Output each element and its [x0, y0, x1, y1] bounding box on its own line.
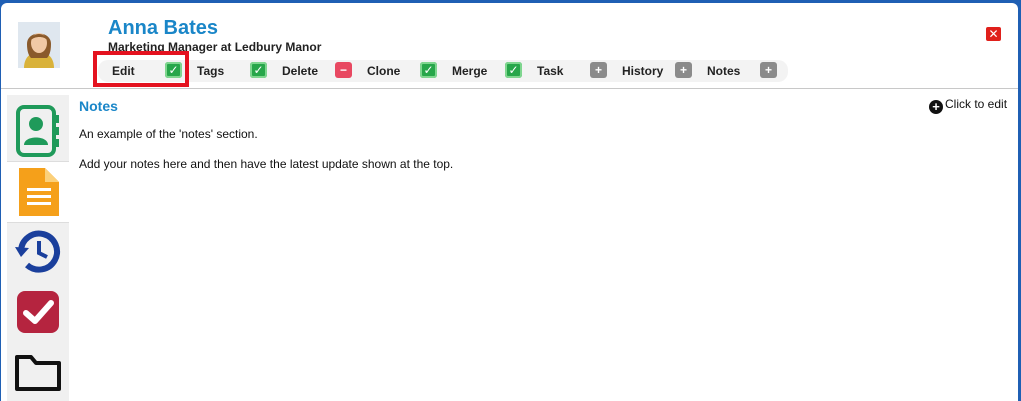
avatar	[18, 22, 60, 68]
action-toolbar: Edit ✓ Tags ✓ Delete − Clone ✓ Merge ✓ T…	[98, 60, 788, 82]
sidebar-item-tasks[interactable]	[7, 283, 69, 343]
sidebar	[7, 95, 69, 401]
add-circle-icon: +	[929, 100, 943, 114]
contact-name: Anna Bates	[108, 17, 219, 39]
section-title: Notes	[79, 98, 118, 114]
check-icon: ✓	[505, 62, 522, 78]
document-icon	[19, 168, 59, 216]
sidebar-item-notes[interactable]	[7, 161, 69, 223]
click-to-edit-link[interactable]: + Click to edit	[929, 97, 1007, 114]
edit-label: Edit	[112, 64, 135, 78]
check-icon: ✓	[165, 62, 182, 78]
merge-label: Merge	[452, 64, 488, 78]
note-text-line: Add your notes here and then have the la…	[79, 157, 454, 171]
plus-icon: +	[760, 62, 777, 78]
notes-label: Notes	[707, 64, 741, 78]
plus-icon: +	[590, 62, 607, 78]
task-label: Task	[537, 64, 564, 78]
checkmark-task-icon	[17, 291, 59, 333]
contact-card-icon	[16, 105, 59, 157]
contact-window: Anna Bates Marketing Manager at Ledbury …	[1, 3, 1018, 401]
check-icon: ✓	[250, 62, 267, 78]
history-label: History	[622, 64, 664, 78]
tags-label: Tags	[197, 64, 225, 78]
click-to-edit-label: Click to edit	[945, 97, 1008, 111]
note-text-line: An example of the 'notes' section.	[79, 127, 258, 141]
close-icon[interactable]: ✕	[986, 27, 1001, 41]
contact-subtitle: Marketing Manager at Ledbury Manor	[108, 40, 322, 54]
sidebar-item-history[interactable]	[7, 223, 69, 283]
sidebar-item-files[interactable]	[7, 343, 69, 401]
folder-icon	[15, 355, 61, 391]
delete-label: Delete	[282, 64, 319, 78]
clone-label: Clone	[367, 64, 401, 78]
header-divider	[1, 88, 1018, 89]
plus-icon: +	[675, 62, 692, 78]
check-icon: ✓	[420, 62, 437, 78]
history-clock-icon	[15, 230, 60, 273]
sidebar-item-contact[interactable]	[7, 103, 69, 163]
minus-icon: −	[335, 62, 352, 78]
